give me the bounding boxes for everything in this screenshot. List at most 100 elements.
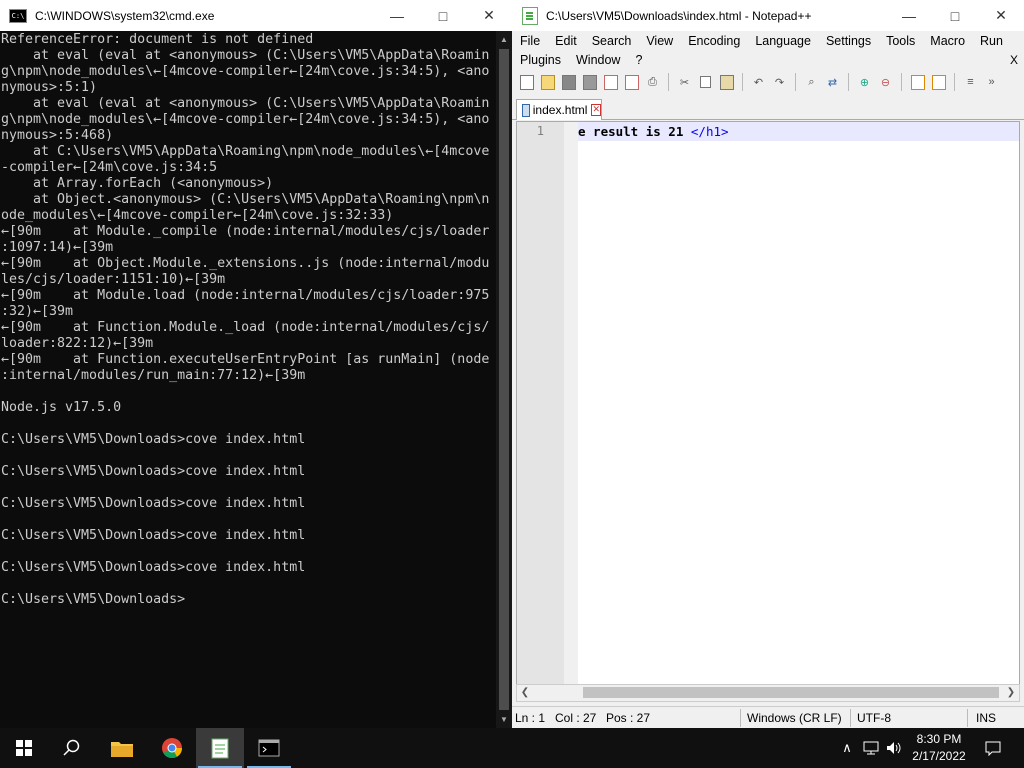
npp-titlebar[interactable]: C:\Users\VM5\Downloads\index.html - Note… (512, 0, 1024, 31)
notepadpp-window[interactable]: C:\Users\VM5\Downloads\index.html - Note… (512, 0, 1024, 728)
replace-icon[interactable]: ⇄ (823, 73, 842, 92)
menu-settings[interactable]: Settings (826, 34, 871, 48)
clock-date: 2/17/2022 (912, 749, 966, 763)
status-line: Ln : 1 (515, 711, 546, 725)
start-button[interactable] (0, 728, 48, 768)
clock-time: 8:30 PM (916, 732, 962, 746)
scroll-thumb[interactable] (499, 49, 509, 710)
chrome-icon (162, 738, 183, 759)
close-icon[interactable]: ✕ (978, 0, 1024, 31)
code-closing-tag: </h1> (690, 124, 729, 139)
scroll-up-icon[interactable]: ▲ (496, 31, 512, 48)
tab-bar: index.html ✕ (512, 97, 1024, 120)
zoom-in-icon[interactable]: ⊕ (855, 73, 874, 92)
terminal-icon (258, 739, 280, 757)
toolbar-separator (901, 73, 902, 91)
toolbar-separator (954, 73, 955, 91)
status-encoding: UTF-8 (857, 711, 891, 725)
console-area[interactable]: ReferenceError: document is not defined … (0, 31, 496, 728)
status-insert-mode: INS (976, 711, 997, 725)
notifications-icon[interactable] (978, 728, 1008, 768)
system-clock[interactable]: 8:30 PM 2/17/2022 (905, 731, 973, 765)
menu-edit[interactable]: Edit (555, 34, 577, 48)
menu-macro[interactable]: Macro (930, 34, 965, 48)
minimize-icon[interactable]: — (886, 0, 932, 31)
status-divider (967, 709, 968, 727)
status-eol-format: Windows (CR LF) (747, 711, 842, 725)
menu-search[interactable]: Search (592, 34, 632, 48)
horizontal-scroll-thumb[interactable] (583, 687, 999, 698)
volume-icon[interactable] (884, 728, 904, 768)
notepadpp-app-icon (522, 6, 538, 25)
sync-vertical-icon[interactable] (908, 73, 927, 92)
chrome-button[interactable] (148, 728, 196, 768)
search-icon (63, 739, 80, 756)
scroll-left-icon[interactable]: ❮ (517, 685, 533, 701)
menu-language[interactable]: Language (755, 34, 811, 48)
cmd-scrollbar[interactable]: ▲ ▼ (496, 31, 512, 728)
close-all-icon[interactable] (622, 73, 641, 92)
console-output: ReferenceError: document is not defined … (1, 32, 490, 607)
line-number-gutter (517, 122, 564, 685)
sync-horizontal-icon[interactable] (929, 73, 948, 92)
code-line[interactable]: e result is 21 </h1> (578, 124, 729, 139)
menu-file[interactable]: File (520, 34, 540, 48)
status-bar: Ln : 1 Col : 27 Pos : 27 Windows (CR LF)… (512, 706, 1024, 729)
maximize-icon[interactable]: □ (932, 0, 978, 31)
new-file-icon[interactable] (517, 73, 536, 92)
status-divider (740, 709, 741, 727)
scroll-down-icon[interactable]: ▼ (496, 711, 512, 728)
word-wrap-icon[interactable]: ≡ (961, 73, 980, 92)
menu-tools[interactable]: Tools (886, 34, 915, 48)
cmd-titlebar[interactable]: C:\ C:\WINDOWS\system32\cmd.exe — □ ✕ (0, 0, 512, 31)
tab-index-html[interactable]: index.html ✕ (516, 99, 602, 120)
cmd-app-icon: C:\ (9, 8, 27, 23)
windows-logo-icon (16, 740, 32, 756)
minimize-icon[interactable]: — (374, 0, 420, 31)
maximize-icon[interactable]: □ (420, 0, 466, 31)
print-icon[interactable]: ⎙ (643, 73, 662, 92)
open-file-icon[interactable] (538, 73, 557, 92)
menu-bar: File Edit Search View Encoding Language … (512, 31, 1024, 69)
redo-icon[interactable]: ↷ (770, 73, 789, 92)
cmd-window[interactable]: C:\ C:\WINDOWS\system32\cmd.exe — □ ✕ Re… (0, 0, 513, 728)
toolbar: ⎙ ✂ ↶ ↷ ⌕ ⇄ ⊕ ⊖ ≡ » (512, 70, 1024, 94)
menu-run[interactable]: Run (980, 34, 1003, 48)
save-icon[interactable] (559, 73, 578, 92)
horizontal-scrollbar[interactable]: ❮ ❯ (516, 684, 1020, 702)
file-explorer-button[interactable] (98, 728, 146, 768)
tab-close-icon[interactable]: ✕ (591, 104, 601, 116)
toolbar-separator (742, 73, 743, 91)
show-hidden-icons-icon[interactable]: ∧ (838, 728, 856, 768)
close-file-icon[interactable] (601, 73, 620, 92)
toolbar-separator (848, 73, 849, 91)
zoom-out-icon[interactable]: ⊖ (876, 73, 895, 92)
cut-icon[interactable]: ✂ (675, 73, 694, 92)
find-icon[interactable]: ⌕ (802, 73, 821, 92)
cmd-taskbar-button[interactable] (245, 728, 293, 768)
save-all-icon[interactable] (580, 73, 599, 92)
folder-icon (111, 742, 133, 757)
copy-icon[interactable] (696, 73, 715, 92)
toolbar-separator (668, 73, 669, 91)
undo-icon[interactable]: ↶ (749, 73, 768, 92)
search-button[interactable] (48, 728, 96, 768)
menu-encoding[interactable]: Encoding (688, 34, 740, 48)
menu-plugins[interactable]: Plugins (520, 53, 561, 67)
close-document-button[interactable]: X (1010, 53, 1018, 67)
network-icon[interactable] (860, 728, 882, 768)
tab-label: index.html (532, 103, 588, 117)
close-icon[interactable]: ✕ (466, 0, 512, 31)
notepadpp-icon (211, 738, 229, 759)
scroll-right-icon[interactable]: ❯ (1003, 685, 1019, 701)
menu-window[interactable]: Window (576, 53, 620, 67)
paste-icon[interactable] (717, 73, 736, 92)
text-editor[interactable]: 1 e result is 21 </h1> (516, 121, 1020, 686)
toolbar-overflow-icon[interactable]: » (982, 73, 1001, 92)
menu-help[interactable]: ? (635, 53, 642, 67)
status-position: Pos : 27 (606, 711, 651, 725)
notepadpp-taskbar-button[interactable] (196, 728, 244, 768)
toolbar-separator (795, 73, 796, 91)
menu-view[interactable]: View (646, 34, 673, 48)
cmd-window-title: C:\WINDOWS\system32\cmd.exe (35, 8, 215, 23)
